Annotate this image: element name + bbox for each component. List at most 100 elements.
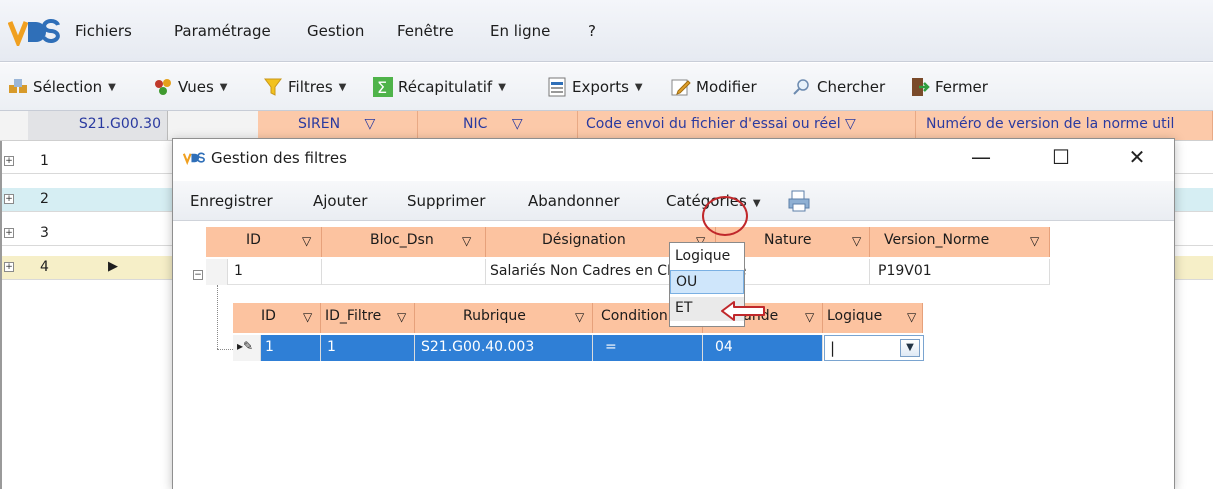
funnel-icon[interactable]: ▽: [302, 234, 311, 248]
column-header-label: ID_Filtre: [325, 308, 382, 324]
dropdown-option-logique[interactable]: Logique: [670, 245, 744, 269]
abandonner-button[interactable]: Abandonner: [528, 192, 620, 210]
funnel-icon[interactable]: ▽: [512, 116, 523, 132]
ajouter-button[interactable]: Ajouter: [313, 192, 367, 210]
column-header[interactable]: ID ▽: [233, 303, 321, 333]
funnel-icon[interactable]: ▽: [365, 116, 376, 132]
maximize-icon[interactable]: ☐: [1046, 145, 1076, 171]
column-header[interactable]: ID_Filtre ▽: [321, 303, 415, 333]
column-header[interactable]: Rubrique ▽: [415, 303, 593, 333]
dialog-title-bar[interactable]: Gestion des filtres — ☐ ✕: [173, 139, 1174, 179]
funnel-icon[interactable]: ▽: [852, 234, 861, 248]
row-number: 3: [40, 225, 49, 241]
recapitulatif-label: Récapitulatif: [398, 78, 493, 96]
column-header[interactable]: Logique ▽: [823, 303, 923, 333]
column-header[interactable]: Version_Norme ▽: [870, 227, 1050, 257]
vues-icon: [155, 79, 171, 95]
menu-help[interactable]: ?: [588, 22, 596, 40]
search-icon: [793, 79, 809, 95]
collapse-icon[interactable]: −: [193, 270, 203, 280]
column-header-label: S21.G00.30: [78, 116, 161, 132]
exit-door-icon: [912, 78, 930, 96]
modifier-button[interactable]: Modifier: [671, 75, 757, 99]
minimize-icon[interactable]: —: [966, 145, 996, 171]
chercher-button[interactable]: Chercher: [792, 75, 885, 99]
funnel-icon[interactable]: ▽: [845, 116, 856, 132]
funnel-icon[interactable]: ▽: [1030, 234, 1039, 248]
main-toolbar: Sélection ▼ Vues ▼ Filtres ▼ Σ Récapitulati…: [0, 63, 1213, 111]
row-number: 1: [40, 153, 49, 169]
menu-fenetre[interactable]: Fenêtre: [397, 22, 454, 40]
row-selector[interactable]: [206, 259, 228, 285]
menu-gestion[interactable]: Gestion: [307, 22, 364, 40]
menu-en-ligne[interactable]: En ligne: [490, 22, 550, 40]
funnel-icon[interactable]: ▽: [907, 310, 916, 324]
column-header[interactable]: SIREN ▽: [258, 111, 418, 140]
row-number: 4: [40, 259, 49, 275]
cell-id[interactable]: 1: [228, 259, 322, 285]
column-header-label: SIREN: [298, 116, 341, 132]
column-header-label: NIC: [463, 116, 488, 132]
expand-icon[interactable]: +: [4, 262, 14, 272]
cell-bloc-dsn[interactable]: [322, 259, 486, 285]
dropdown-option-ou[interactable]: OU: [670, 270, 744, 294]
cell-rubrique[interactable]: S21.G00.40.003: [415, 335, 593, 361]
chevron-down-icon[interactable]: ▼: [900, 339, 920, 357]
recapitulatif-button[interactable]: Σ Récapitulatif ▼: [373, 75, 506, 99]
column-header[interactable]: Numéro de version de la norme util: [916, 111, 1213, 140]
annotation-circle: [702, 196, 748, 236]
selection-label: Sélection: [33, 78, 103, 96]
funnel-icon[interactable]: ▽: [575, 310, 584, 324]
edit-row-icon: ▸✎: [233, 335, 261, 361]
app-logo: [183, 152, 205, 165]
funnel-icon[interactable]: ▽: [805, 310, 814, 324]
expand-icon[interactable]: +: [4, 156, 14, 166]
svg-text:Σ: Σ: [377, 78, 387, 97]
annotation-arrow-icon: [721, 301, 765, 321]
exports-label: Exports: [572, 78, 629, 96]
funnel-icon[interactable]: ▽: [303, 310, 312, 324]
menu-fichiers[interactable]: Fichiers: [75, 22, 132, 40]
column-header[interactable]: S21.G00.30: [28, 111, 168, 140]
exports-icon: [548, 77, 566, 97]
text-cursor: |: [830, 339, 836, 357]
cell-version-norme[interactable]: P19V01: [870, 259, 1050, 285]
fermer-button[interactable]: Fermer: [910, 75, 988, 99]
menu-parametrage[interactable]: Paramétrage: [174, 22, 271, 40]
chercher-label: Chercher: [817, 78, 886, 96]
supprimer-button[interactable]: Supprimer: [407, 192, 485, 210]
column-header[interactable]: NIC ▽: [418, 111, 578, 140]
column-header[interactable]: Bloc_Dsn ▽: [322, 227, 486, 257]
selection-button[interactable]: Sélection ▼: [8, 75, 116, 99]
funnel-icon[interactable]: ▽: [397, 310, 406, 324]
expand-icon[interactable]: +: [4, 194, 14, 204]
printer-icon[interactable]: [787, 190, 811, 212]
window-left-border: [0, 141, 2, 489]
filtres-button[interactable]: Filtres ▼: [263, 75, 346, 99]
cell-operande[interactable]: 04: [703, 335, 823, 361]
modifier-label: Modifier: [696, 78, 757, 96]
column-header[interactable]: Code envoi du fichier d'essai ou réel ▽: [578, 111, 916, 140]
column-header-label: Code envoi du fichier d'essai ou réel: [586, 116, 841, 132]
cell-condition[interactable]: =: [593, 335, 703, 361]
dialog-title: Gestion des filtres: [211, 149, 347, 167]
column-header[interactable]: ID ▽: [206, 227, 322, 257]
enregistrer-button[interactable]: Enregistrer: [190, 192, 273, 210]
column-header-label: Nature: [764, 232, 812, 248]
table-row[interactable]: 1 Salariés Non Cadres en CDI Spe P19V01: [206, 259, 1050, 285]
funnel-icon[interactable]: ▽: [462, 234, 471, 248]
logique-combobox[interactable]: | ▼: [824, 335, 924, 361]
cell-id-filtre[interactable]: 1: [321, 335, 415, 361]
expand-icon[interactable]: +: [4, 228, 14, 238]
table-row[interactable]: ▸✎ 1 1 S21.G00.40.003 = 04: [233, 335, 923, 361]
column-header-label: ID: [246, 232, 261, 248]
close-icon[interactable]: ✕: [1122, 145, 1152, 171]
chevron-down-icon: ▼: [634, 81, 643, 93]
column-header-label: Rubrique: [463, 308, 526, 324]
exports-button[interactable]: Exports ▼: [547, 75, 643, 99]
current-row-indicator-icon: ▶: [108, 259, 118, 274]
column-header-label: Bloc_Dsn: [370, 232, 434, 248]
vues-button[interactable]: Vues ▼: [153, 75, 228, 99]
cell-id[interactable]: 1: [261, 335, 321, 361]
column-header-label: Numéro de version de la norme util: [926, 116, 1175, 132]
